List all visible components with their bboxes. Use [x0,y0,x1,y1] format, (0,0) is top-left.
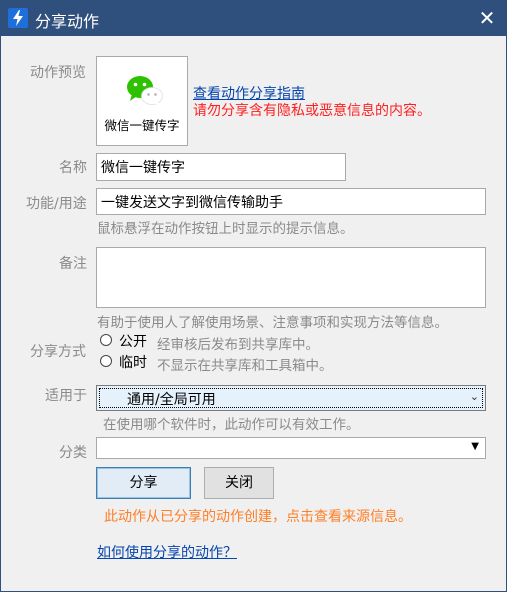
applies-to-value: 通用/全局可用 [127,392,216,408]
preview-action-name: 微信一键传字 [104,118,180,133]
dialog-body: 动作预览 微信一键传字 查看动作分享指南 请勿分享含有隐私或恶意信息的内容。 名… [1,36,506,591]
notes-textarea[interactable] [96,247,486,308]
category-label: 分类 [59,445,87,461]
share-button[interactable]: 分享 [96,467,191,499]
privacy-warning: 请勿分享含有隐私或恶意信息的内容。 [193,103,431,119]
applies-to-dropdown[interactable]: 通用/全局可用 ⌄ [96,385,486,411]
window-title: 分享动作 [35,12,100,31]
share-public-label[interactable]: 公开 [119,331,147,351]
name-label: 名称 [59,160,87,176]
title-bar: 分享动作 ✕ [0,0,507,36]
share-temporary-radio[interactable] [100,355,112,367]
function-label: 功能/用途 [26,196,87,212]
chevron-down-icon: ⌄ [469,390,479,403]
lightning-app-icon [8,8,28,28]
caret-down-icon: ▼ [471,441,479,452]
close-window-button[interactable]: ✕ [467,0,507,36]
applies-to-label: 适用于 [45,388,87,404]
share-mode-label: 分享方式 [30,344,86,360]
category-dropdown[interactable]: ▼ [96,437,486,459]
function-input[interactable]: 一键发送文字到微信传输助手 [96,188,486,215]
applies-to-hint: 在使用哪个软件时，此动作可以有效工作。 [103,417,360,433]
notes-label: 备注 [59,256,87,272]
how-to-use-link[interactable]: 如何使用分享的动作？ [97,542,237,562]
share-public-radio[interactable] [100,334,112,346]
share-public-hint: 经审核后发布到共享库中。 [157,337,319,353]
notes-hint: 有助于使用人了解使用场景、注意事项和实现方法等信息。 [97,315,448,331]
share-temporary-label[interactable]: 临时 [119,352,147,372]
wechat-icon [127,76,163,106]
name-input[interactable]: 微信一键传字 [96,153,346,181]
action-preview-button[interactable]: 微信一键传字 [96,56,188,146]
close-button[interactable]: 关闭 [204,467,274,499]
preview-label: 动作预览 [30,65,86,81]
source-info-note[interactable]: 此动作从已分享的动作创建，点击查看来源信息。 [104,506,412,526]
function-hint: 鼠标悬浮在动作按钮上时显示的提示信息。 [97,221,354,237]
share-temporary-hint: 不显示在共享库和工具箱中。 [157,358,333,374]
